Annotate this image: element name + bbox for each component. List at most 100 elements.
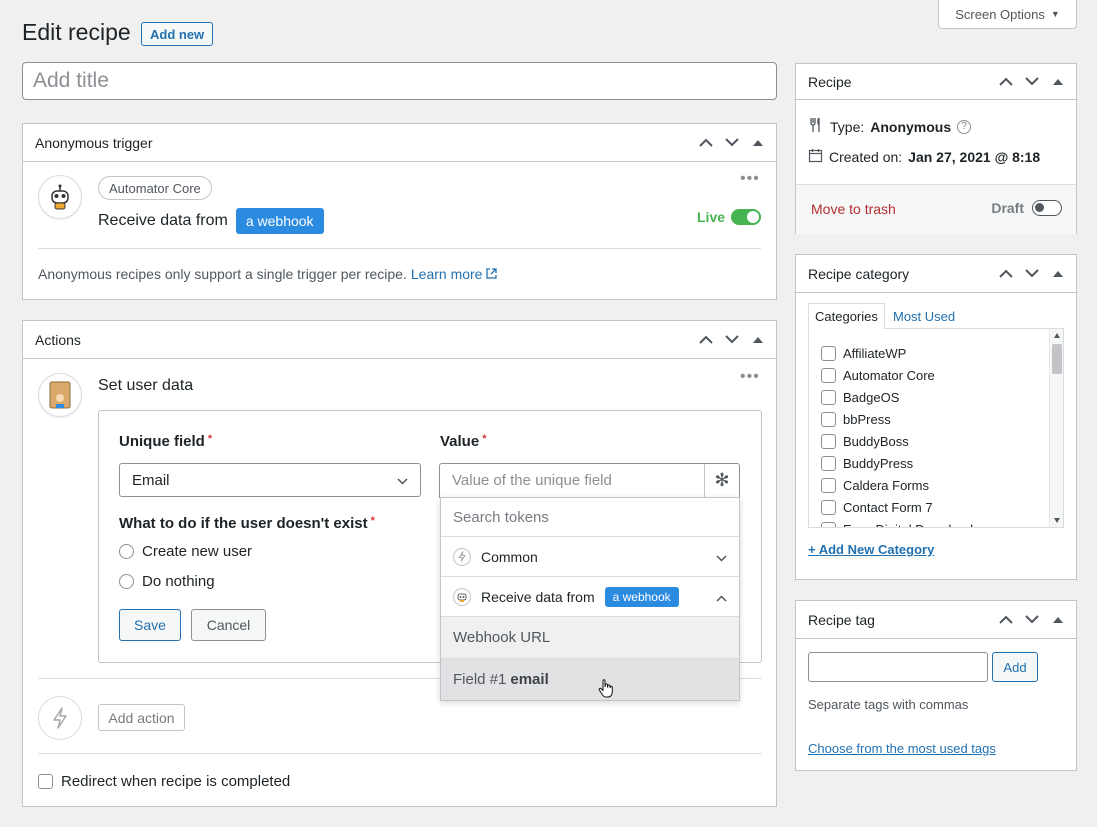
trigger-box-title: Anonymous trigger	[35, 134, 153, 151]
category-checkbox[interactable]	[821, 345, 836, 361]
title-input[interactable]: Add title	[22, 62, 777, 100]
move-up-icon[interactable]	[696, 138, 716, 147]
live-toggle[interactable]: Live	[697, 209, 762, 225]
add-new-button[interactable]: Add new	[141, 22, 214, 46]
move-down-icon[interactable]	[1022, 77, 1042, 86]
recipe-created: Created on: Jan 27, 2021 @ 8:18	[808, 148, 1040, 166]
move-down-icon[interactable]	[1022, 269, 1042, 278]
help-icon[interactable]: ?	[957, 119, 972, 134]
category-label: Caldera Forms	[843, 477, 929, 493]
radio-button[interactable]	[119, 574, 134, 589]
value-label: Value *	[440, 433, 487, 450]
move-up-icon[interactable]	[996, 77, 1016, 86]
cancel-button[interactable]: Cancel	[191, 609, 266, 641]
token-item[interactable]: Webhook URL	[441, 617, 739, 659]
radio-label: Do nothing	[142, 573, 215, 590]
tag-box-header: Recipe tag	[796, 601, 1076, 639]
chevron-up-icon	[716, 589, 727, 605]
tag-input[interactable]	[808, 652, 988, 682]
status-toggle[interactable]: Draft	[991, 200, 1062, 216]
live-label: Live	[697, 209, 726, 225]
collapse-icon[interactable]	[748, 336, 768, 343]
add-action-button[interactable]: Add action	[98, 704, 185, 731]
token-group-common[interactable]: Common	[441, 537, 739, 577]
scrollbar[interactable]	[1049, 329, 1063, 527]
learn-more-link[interactable]: Learn more	[411, 266, 483, 282]
hand-cursor-icon	[598, 679, 614, 702]
redirect-label: Redirect when recipe is completed	[61, 773, 291, 790]
choose-tags-link[interactable]: Choose from the most used tags	[808, 741, 996, 756]
bolt-icon[interactable]	[38, 696, 82, 740]
move-to-trash-link[interactable]: Move to trash	[811, 201, 896, 217]
radio-button[interactable]	[119, 544, 134, 559]
redirect-option[interactable]: Redirect when recipe is completed	[38, 773, 290, 790]
recipe-box-header: Recipe	[796, 64, 1076, 100]
category-checkbox[interactable]	[821, 499, 836, 515]
save-button[interactable]: Save	[119, 609, 181, 641]
tab-most-used[interactable]: Most Used	[893, 303, 955, 329]
collapse-icon[interactable]	[1048, 616, 1068, 623]
token-group-webhook[interactable]: Receive data from a webhook	[441, 577, 739, 617]
trigger-box: Anonymous trigger Automator Core Receive…	[22, 123, 777, 300]
move-up-icon[interactable]	[996, 269, 1016, 278]
asterisk-token-icon[interactable]: ✻	[704, 464, 739, 497]
trigger-sentence: Receive data from a webhook	[98, 208, 324, 234]
recipe-type-value: Anonymous	[870, 118, 952, 135]
token-group-label: Receive data from	[481, 588, 595, 605]
redirect-checkbox[interactable]	[38, 774, 53, 789]
tab-categories[interactable]: Categories	[808, 303, 885, 329]
move-down-icon[interactable]	[1022, 615, 1042, 624]
actions-box-header: Actions	[23, 321, 776, 359]
category-checkbox[interactable]	[821, 433, 836, 449]
category-item[interactable]: BuddyPress	[821, 452, 980, 474]
unique-field-label: Unique field *	[119, 433, 213, 450]
category-label: bbPress	[843, 411, 891, 427]
category-checkbox[interactable]	[821, 411, 836, 427]
category-item[interactable]: Contact Form 7	[821, 496, 980, 518]
category-checkbox[interactable]	[821, 477, 836, 493]
category-checkbox[interactable]	[821, 367, 836, 383]
category-item[interactable]: BuddyBoss	[821, 430, 980, 452]
category-item[interactable]: AffiliateWP	[821, 342, 980, 364]
screen-options-label: Screen Options	[955, 6, 1045, 22]
value-input[interactable]: Value of the unique field ✻	[439, 463, 740, 498]
category-item[interactable]: BadgeOS	[821, 386, 980, 408]
category-checkbox[interactable]	[821, 455, 836, 471]
category-checkbox[interactable]	[821, 389, 836, 405]
collapse-icon[interactable]	[1048, 270, 1068, 277]
more-options-icon[interactable]: •••	[740, 170, 760, 188]
move-up-icon[interactable]	[996, 615, 1016, 624]
category-label: BuddyBoss	[843, 433, 909, 449]
move-down-icon[interactable]	[722, 138, 742, 147]
unique-field-value: Email	[132, 471, 170, 489]
chevron-down-icon	[397, 472, 408, 489]
collapse-icon[interactable]	[748, 139, 768, 146]
category-item[interactable]: Automator Core	[821, 364, 980, 386]
add-tag-button[interactable]: Add	[992, 652, 1038, 682]
integration-pill: Automator Core	[98, 176, 212, 200]
radio-create-user[interactable]: Create new user	[119, 543, 252, 560]
add-new-category-link[interactable]: + Add New Category	[808, 542, 934, 557]
search-tokens-input[interactable]: Search tokens	[441, 498, 739, 537]
unique-field-select[interactable]: Email	[119, 463, 421, 497]
trigger-sentence-text: Receive data from	[98, 212, 228, 229]
tag-box: Recipe tag Add Separate tags with commas…	[795, 600, 1077, 771]
recipe-type: Type: Anonymous ?	[808, 117, 972, 136]
category-checkbox[interactable]	[821, 521, 836, 527]
utensils-icon	[808, 117, 824, 136]
collapse-icon[interactable]	[1048, 78, 1068, 85]
radio-do-nothing[interactable]: Do nothing	[119, 573, 215, 590]
screen-options-button[interactable]: Screen Options ▼	[938, 0, 1077, 29]
value-placeholder: Value of the unique field	[452, 472, 612, 489]
more-options-icon[interactable]: •••	[740, 368, 760, 386]
category-label: AffiliateWP	[843, 345, 907, 361]
move-up-icon[interactable]	[696, 335, 716, 344]
category-item[interactable]: Easy Digital Downloads	[821, 518, 980, 527]
token-item[interactable]: Field #1 email	[441, 659, 739, 700]
category-item[interactable]: bbPress	[821, 408, 980, 430]
webhook-badge[interactable]: a webhook	[235, 208, 324, 234]
category-item[interactable]: Caldera Forms	[821, 474, 980, 496]
move-down-icon[interactable]	[722, 335, 742, 344]
recipe-box: Recipe Type: Anonymous ? Created on: Jan…	[795, 63, 1077, 234]
webhook-badge: a webhook	[604, 586, 679, 607]
